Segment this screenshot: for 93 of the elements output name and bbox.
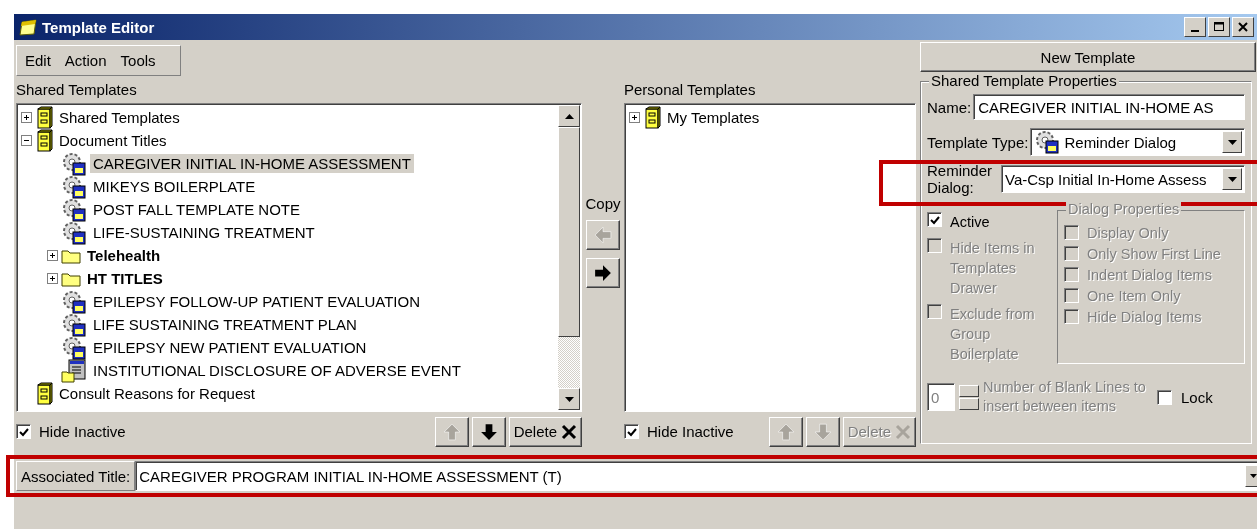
gear-document-icon — [61, 289, 87, 314]
down-arrow-icon — [479, 422, 498, 441]
checkbox[interactable] — [1157, 389, 1172, 405]
file-cabinet-icon — [35, 381, 53, 406]
file-cabinet-icon — [35, 128, 53, 153]
panel-label: Shared Templates — [16, 80, 138, 98]
tree-item[interactable]: EPILEPSY NEW PATIENT EVALUATION — [90, 338, 370, 357]
scroll-down-icon — [564, 396, 574, 402]
option-label: Hide Dialog Items — [1087, 309, 1202, 325]
collapse-icon[interactable] — [21, 135, 32, 146]
panel-label: Personal Templates — [624, 80, 757, 98]
tree-item[interactable]: LIFE SUSTAINING TREATMENT PLAN — [90, 315, 360, 334]
up-arrow-icon — [442, 422, 461, 441]
option-label: One Item Only — [1087, 288, 1181, 304]
expand-icon[interactable] — [629, 112, 640, 123]
option-label: Display Only — [1087, 225, 1169, 241]
right-button[interactable] — [586, 258, 620, 288]
option-label: Hide Items in Templates Drawer — [950, 239, 1036, 298]
gear-document-icon — [61, 197, 87, 222]
file-cabinet-icon — [643, 105, 661, 130]
maximize-button[interactable] — [1208, 17, 1230, 37]
field-label: Template Type: — [927, 133, 1029, 151]
field-label: Reminder Dialog: — [927, 162, 994, 196]
tree-item[interactable]: POST FALL TEMPLATE NOTE — [90, 200, 303, 219]
maximize-icon — [1213, 22, 1225, 32]
dropdown-arrow-icon — [1227, 176, 1237, 182]
expand-icon[interactable] — [47, 250, 58, 261]
window-title: Template Editor — [42, 18, 156, 36]
close-icon — [1238, 22, 1248, 32]
template-type-dropdown[interactable]: Reminder Dialog — [1030, 128, 1245, 156]
delete-button[interactable]: Delete — [508, 416, 582, 447]
name-field[interactable]: CAREGIVER INITIAL IN-HOME AS — [973, 94, 1245, 120]
tree-item[interactable]: Document Titles — [56, 131, 170, 150]
checkbox[interactable] — [927, 212, 942, 227]
copy-label: Copy — [585, 195, 621, 212]
left-arrow-icon — [594, 226, 612, 244]
folder-icon — [61, 247, 81, 264]
expand-icon[interactable] — [21, 112, 32, 123]
notepad-icon — [18, 18, 38, 36]
spinner-label: Number of Blank Lines to insert between items — [983, 378, 1147, 416]
checkbox-label: Lock — [1181, 388, 1213, 406]
up-arrow-icon — [776, 422, 795, 441]
minimize-button[interactable] — [1184, 17, 1206, 37]
new-template-button[interactable]: New Template — [920, 42, 1256, 72]
tree-item[interactable]: EPILEPSY FOLLOW-UP PATIENT EVALUATION — [90, 292, 424, 311]
dropdown-arrow-icon — [1249, 474, 1257, 478]
expand-icon[interactable] — [47, 273, 58, 284]
tree-item[interactable]: Telehealth — [84, 246, 164, 265]
checkbox-label: Hide Inactive — [39, 423, 126, 440]
menu-item[interactable]: Edit — [25, 52, 51, 69]
gear-document-icon — [61, 151, 87, 176]
gear-document-icon — [1034, 130, 1061, 154]
form-folder-icon — [61, 358, 87, 383]
tree-item[interactable]: Shared Templates — [56, 108, 183, 127]
file-cabinet-icon — [35, 105, 53, 130]
gear-document-icon — [61, 174, 87, 199]
close-icon — [561, 423, 577, 440]
checkbox[interactable] — [16, 424, 31, 439]
gear-document-icon — [61, 312, 87, 337]
down-arrow-icon — [813, 422, 832, 441]
option-label: Only Show First Line — [1087, 246, 1221, 262]
scroll-up-icon — [564, 113, 574, 119]
tree-item[interactable]: LIFE-SUSTAINING TREATMENT — [90, 223, 318, 242]
tree-item[interactable]: Consult Reasons for Request — [56, 384, 258, 403]
tree-item[interactable]: My Templates — [664, 108, 763, 127]
tree-item[interactable]: CAREGIVER INITIAL IN-HOME ASSESSMENT — [90, 154, 414, 173]
gear-document-icon — [61, 335, 87, 360]
close-button[interactable] — [1232, 17, 1254, 37]
down-button[interactable] — [471, 416, 506, 447]
field-label: Name: — [927, 98, 972, 116]
tree-item[interactable]: MIKEYS BOILERPLATE — [90, 177, 259, 196]
scrollbar[interactable] — [558, 105, 580, 410]
option-label: Indent Dialog Items — [1087, 267, 1212, 283]
right-arrow-icon — [594, 264, 612, 282]
spinner[interactable] — [959, 384, 979, 410]
menu-item[interactable]: Action — [64, 52, 107, 69]
group-title: Shared Template Properties — [929, 72, 1119, 89]
tree-item[interactable]: INSTITUTIONAL DISCLOSURE OF ADVERSE EVENT — [90, 361, 464, 380]
option-label: Active — [950, 213, 990, 232]
close-icon — [895, 423, 911, 440]
checkbox-label: Hide Inactive — [647, 423, 734, 440]
dialog-name-dropdown[interactable]: Va-Csp Initial In-Home Assess — [1001, 165, 1245, 193]
group-title: Dialog Properties — [1066, 201, 1182, 217]
minimize-icon — [1191, 30, 1199, 32]
field-label: Associated Title: — [16, 461, 136, 491]
checkbox[interactable] — [624, 424, 639, 439]
option-label: Exclude from Group Boilerplate — [950, 305, 1036, 364]
associated-title-dropdown[interactable]: CAREGIVER PROGRAM INITIAL IN-HOME ASSESSMENT (T) — [135, 461, 1257, 491]
folder-icon — [61, 270, 81, 287]
menu-item[interactable]: Tools — [120, 52, 156, 69]
dropdown-arrow-icon — [1227, 139, 1237, 145]
tree-item[interactable]: HT TITLES — [84, 269, 166, 288]
gear-document-icon — [61, 220, 87, 245]
